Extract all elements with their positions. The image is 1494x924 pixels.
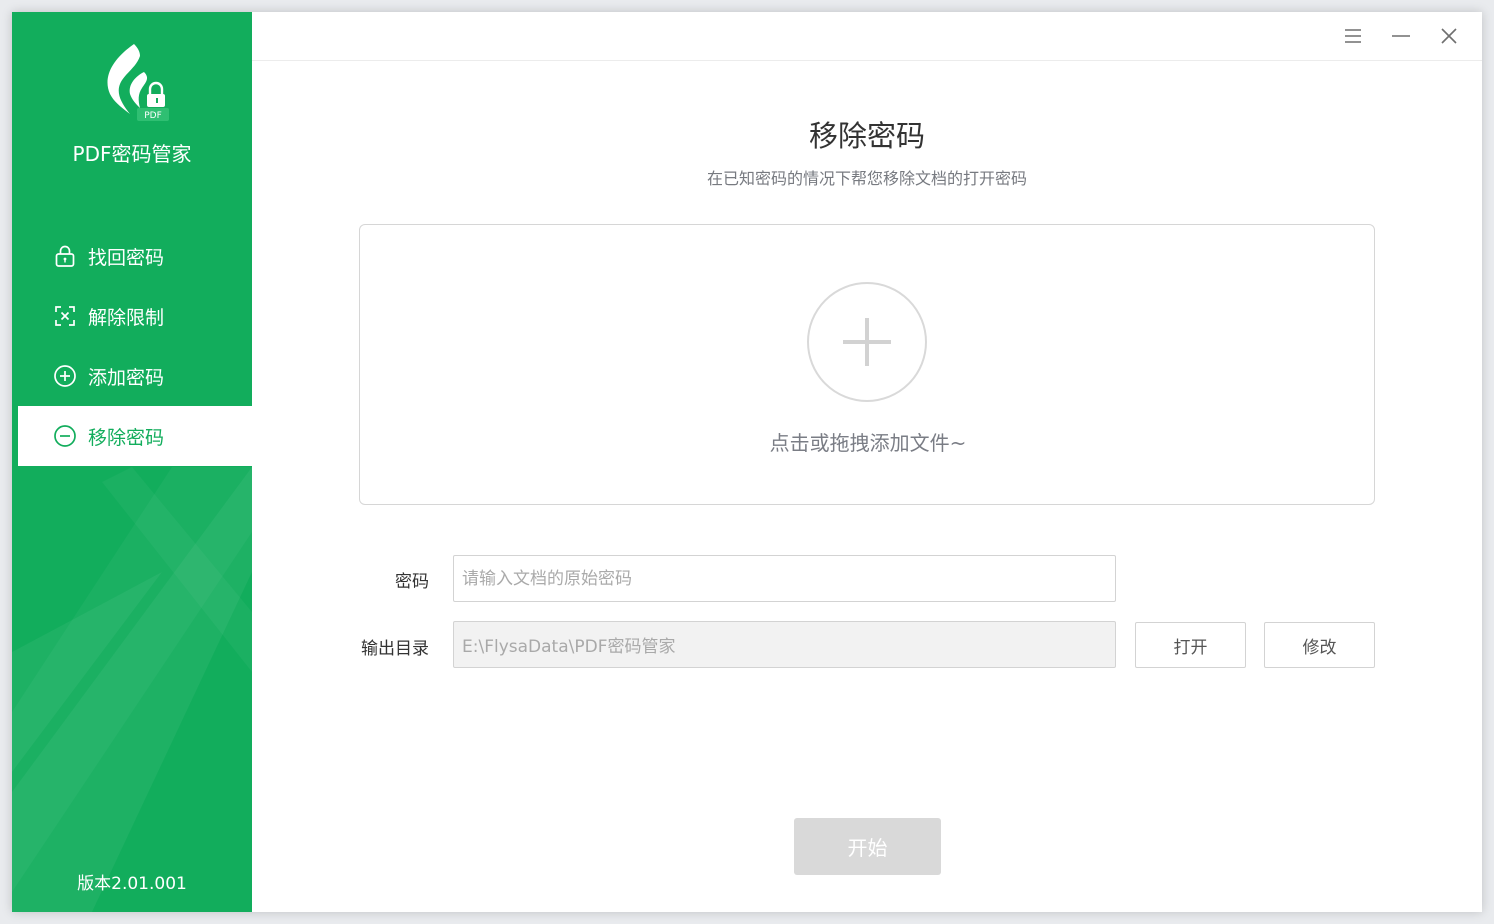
sidebar-nav: 找回密码 解除限制 添加密码 移除密码 (18, 226, 252, 466)
sidebar-item-recover-password[interactable]: 找回密码 (18, 226, 252, 286)
logo-badge-text: PDF (144, 111, 162, 121)
main-panel: 移除密码 在已知密码的情况下帮您移除文档的打开密码 点击或拖拽添加文件~ 密码 … (252, 61, 1482, 912)
sidebar-item-label: 添加密码 (88, 366, 165, 389)
app-logo: PDF (107, 44, 169, 121)
version-label: 版本2.01.001 (77, 874, 187, 894)
app-window: PDF PDF密码管家 找回密码 解除限制 添加密码 移除密码 版本2.01.0… (12, 12, 1482, 912)
minimize-icon (1392, 35, 1410, 37)
lock-icon (53, 244, 77, 268)
page-title: 移除密码 (808, 119, 925, 153)
start-button[interactable]: 开始 (794, 818, 941, 875)
sidebar-item-remove-password[interactable]: 移除密码 (18, 406, 252, 466)
menu-icon (1345, 29, 1361, 43)
dropzone-hint: 点击或拖拽添加文件~ (769, 431, 967, 455)
close-button[interactable] (1435, 22, 1463, 50)
output-dir-field: E:\FlysaData\PDF密码管家 (453, 621, 1116, 668)
menu-button[interactable] (1339, 22, 1367, 50)
sidebar-item-label: 找回密码 (88, 246, 165, 269)
modify-folder-button[interactable]: 修改 (1264, 622, 1375, 668)
add-file-icon[interactable] (807, 282, 927, 402)
unrestrict-icon (53, 304, 77, 328)
password-label: 密码 (395, 572, 429, 592)
app-title: PDF密码管家 (72, 142, 192, 166)
sidebar-item-remove-restrictions[interactable]: 解除限制 (18, 286, 252, 346)
sidebar: PDF PDF密码管家 找回密码 解除限制 添加密码 移除密码 版本2.01.0… (12, 12, 252, 912)
sidebar-item-label: 移除密码 (88, 426, 165, 449)
sidebar-item-label: 解除限制 (88, 306, 165, 329)
plus-circle-icon (53, 364, 77, 388)
minimize-button[interactable] (1387, 22, 1415, 50)
minus-circle-icon (53, 424, 77, 448)
output-dir-label: 输出目录 (361, 639, 429, 659)
sidebar-item-add-password[interactable]: 添加密码 (18, 346, 252, 406)
open-folder-button[interactable]: 打开 (1135, 622, 1246, 668)
password-input[interactable] (453, 555, 1116, 602)
title-bar (252, 12, 1482, 61)
close-icon (1441, 28, 1457, 44)
page-subtitle: 在已知密码的情况下帮您移除文档的打开密码 (706, 169, 1027, 188)
file-dropzone[interactable]: 点击或拖拽添加文件~ (359, 224, 1375, 505)
